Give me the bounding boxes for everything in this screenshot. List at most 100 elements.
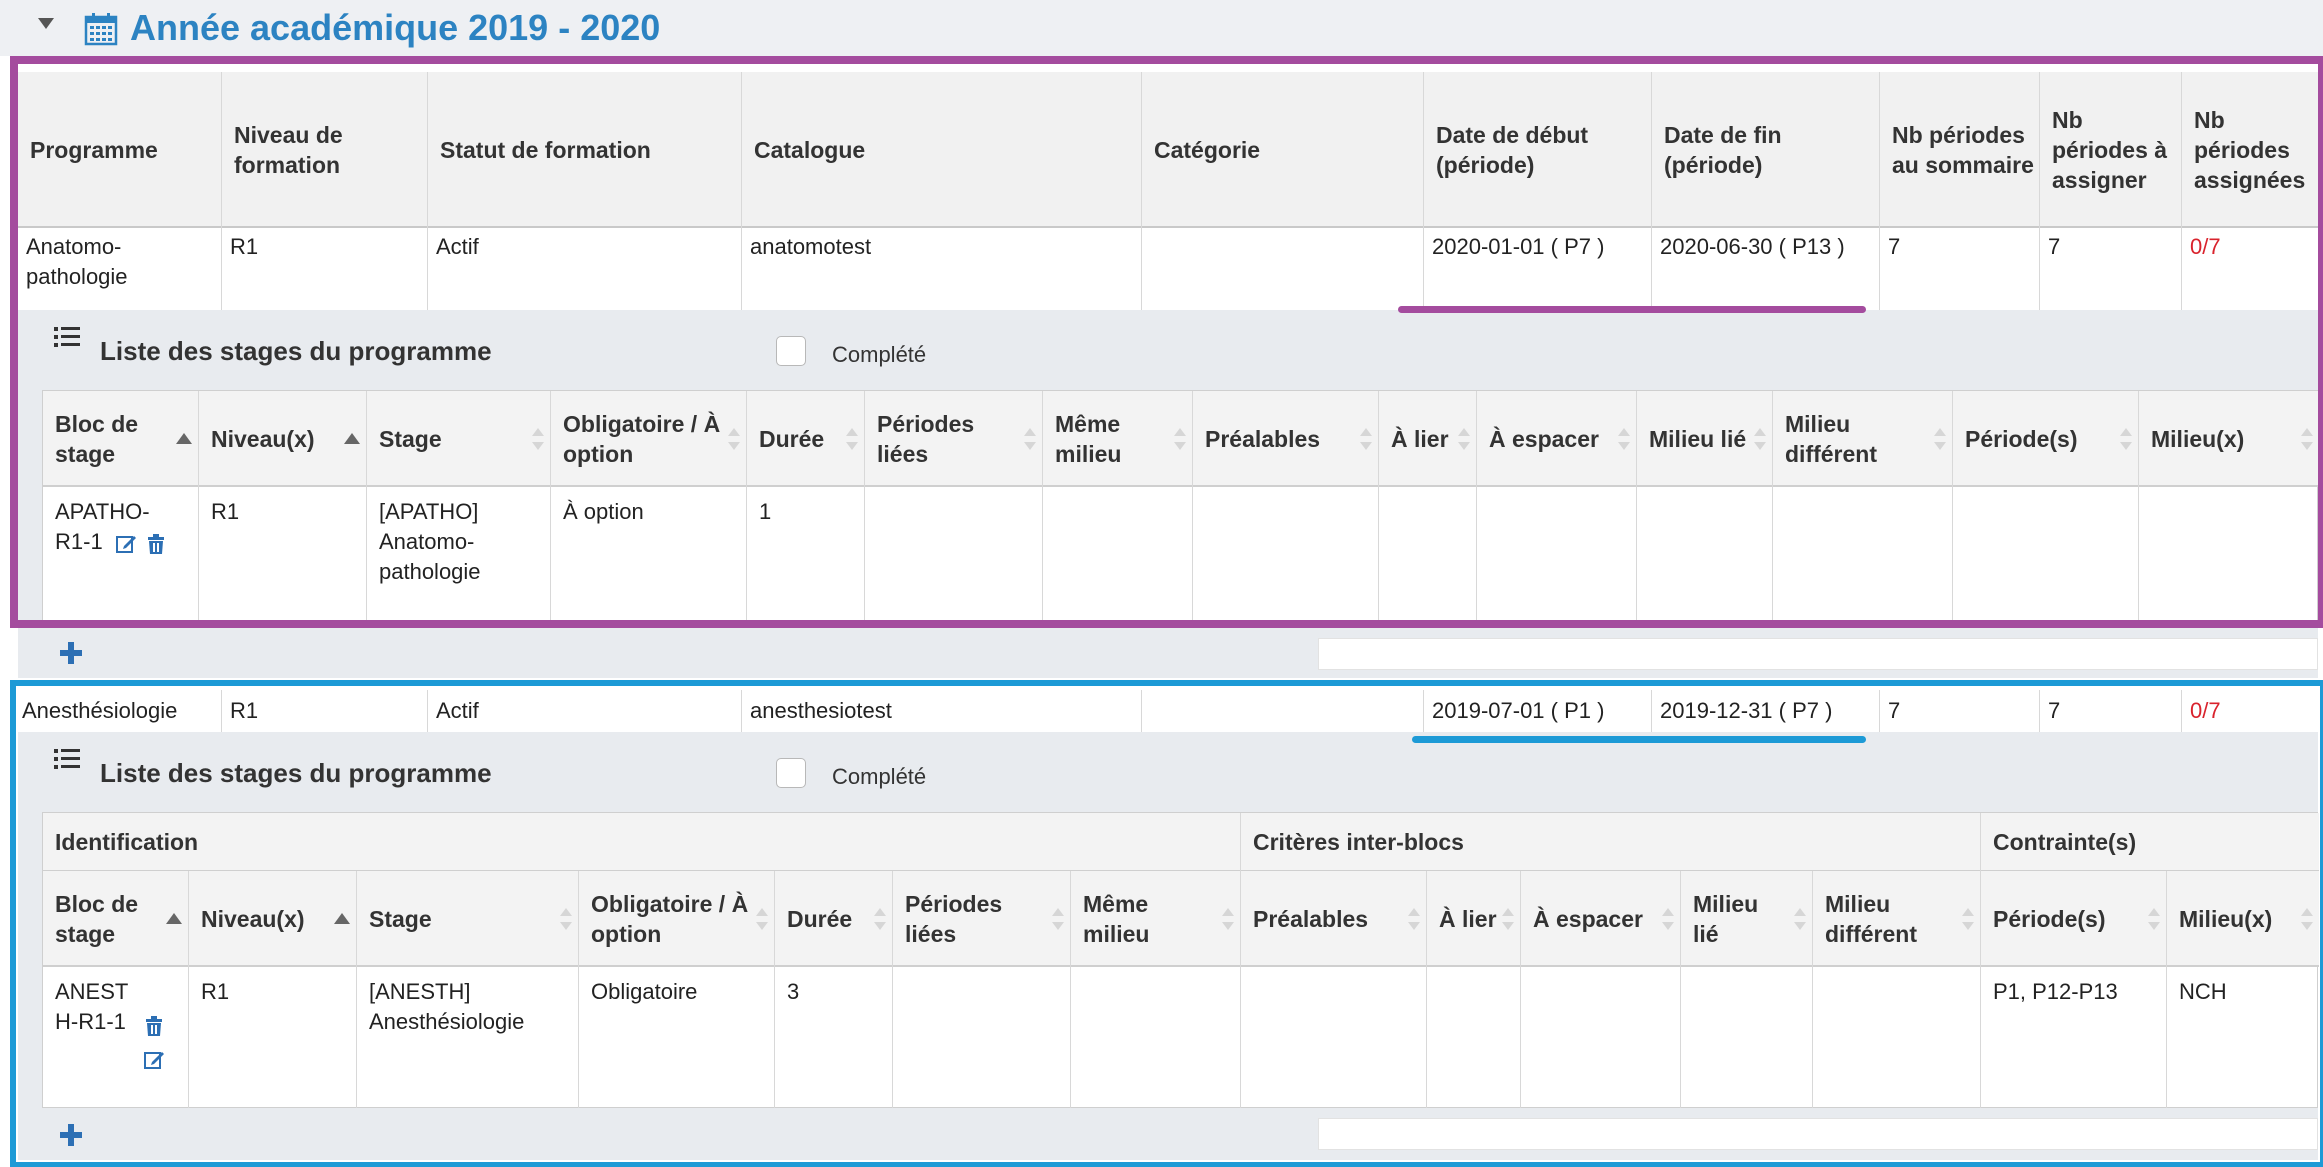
edit-icon[interactable] <box>143 1049 165 1071</box>
sort-icon[interactable] <box>2301 908 2313 930</box>
trash-icon[interactable] <box>145 533 167 555</box>
completed-checkbox[interactable] <box>776 758 806 788</box>
col-stage-label: Stage <box>379 426 442 452</box>
sort-asc-icon[interactable] <box>176 433 192 444</box>
plus-icon[interactable] <box>60 1124 82 1146</box>
col-a-lier[interactable]: À lier <box>1379 391 1477 487</box>
sort-icon[interactable] <box>2301 428 2313 450</box>
completed-checkbox[interactable] <box>776 336 806 366</box>
sort-icon[interactable] <box>1024 428 1036 450</box>
col-prealables[interactable]: Préalables <box>1193 391 1379 487</box>
col-statut[interactable]: Statut de formation <box>428 72 742 228</box>
sort-icon[interactable] <box>1360 428 1372 450</box>
sort-icon[interactable] <box>874 908 886 930</box>
sort-icon[interactable] <box>1458 428 1470 450</box>
col-nb-assigner[interactable]: Nb périodes à assigner <box>2040 72 2182 228</box>
col-obligatoire-label: Obligatoire / À option <box>563 411 721 467</box>
col-bloc[interactable]: Bloc de stage <box>43 391 199 487</box>
sort-icon[interactable] <box>2148 908 2160 930</box>
sort-icon[interactable] <box>1754 428 1766 450</box>
sort-icon[interactable] <box>1962 908 1974 930</box>
sort-icon[interactable] <box>846 428 858 450</box>
col-periodes[interactable]: Période(s) <box>1953 391 2139 487</box>
col-stage[interactable]: Stage <box>357 871 579 967</box>
programme-nb-sommaire: 7 <box>1880 690 2040 732</box>
col-date-debut[interactable]: Date de début (période) <box>1424 72 1652 228</box>
sort-icon[interactable] <box>2120 428 2132 450</box>
sort-icon[interactable] <box>728 428 740 450</box>
col-obligatoire[interactable]: Obligatoire / À option <box>551 391 747 487</box>
col-nb-assignees[interactable]: Nb périodes assignées <box>2182 72 2318 228</box>
stage-duree: 3 <box>775 967 893 1109</box>
sort-icon[interactable] <box>1618 428 1630 450</box>
col-a-espacer[interactable]: À espacer <box>1521 871 1681 967</box>
plus-icon[interactable] <box>60 642 82 664</box>
programme-statut: Actif <box>428 690 742 732</box>
col-niveau[interactable]: Niveau de formation <box>222 72 428 228</box>
col-a-espacer[interactable]: À espacer <box>1477 391 1637 487</box>
edit-icon[interactable] <box>115 533 137 555</box>
sort-asc-icon[interactable] <box>334 913 350 924</box>
col-meme-milieu[interactable]: Même milieu <box>1071 871 1241 967</box>
col-categorie[interactable]: Catégorie <box>1142 72 1424 228</box>
stage-bloc: APATHO-R1-1 <box>43 487 199 623</box>
sort-icon[interactable] <box>532 428 544 450</box>
col-catalogue[interactable]: Catalogue <box>742 72 1142 228</box>
col-programme[interactable]: Programme <box>18 72 222 228</box>
col-periodes-liees[interactable]: Périodes liées <box>893 871 1071 967</box>
sort-icon[interactable] <box>1052 908 1064 930</box>
chevron-down-icon[interactable] <box>38 18 54 29</box>
col-niveaux[interactable]: Niveau(x) <box>189 871 357 967</box>
group-identification: Identification <box>43 813 1241 871</box>
col-nb-sommaire[interactable]: Nb périodes au sommaire <box>1880 72 2040 228</box>
col-bloc[interactable]: Bloc de stage <box>43 871 189 967</box>
col-date-fin[interactable]: Date de fin (période) <box>1652 72 1880 228</box>
col-duree[interactable]: Durée <box>775 871 893 967</box>
sort-asc-icon[interactable] <box>344 433 360 444</box>
sort-icon[interactable] <box>1174 428 1186 450</box>
academic-year-header[interactable]: Année académique 2019 - 2020 <box>0 0 2323 56</box>
col-milieu-different[interactable]: Milieu différent <box>1813 871 1981 967</box>
stage-milieu-different <box>1773 487 1953 623</box>
sort-icon[interactable] <box>1934 428 1946 450</box>
sort-icon[interactable] <box>1502 908 1514 930</box>
col-obligatoire[interactable]: Obligatoire / À option <box>579 871 775 967</box>
table-row[interactable]: ANESTH-R1-1 R1 [ANESTH] Anesthésiologie … <box>43 967 2319 1109</box>
completed-label: Complété <box>832 342 927 367</box>
program-row[interactable]: Anesthésiologie R1 Actif anesthesiotest … <box>18 690 2318 732</box>
col-milieux[interactable]: Milieu(x) <box>2139 391 2319 487</box>
stage-a-lier <box>1379 487 1477 623</box>
programme-categorie <box>1142 690 1424 732</box>
sort-icon[interactable] <box>1408 908 1420 930</box>
col-niveaux[interactable]: Niveau(x) <box>199 391 367 487</box>
stage-duree: 1 <box>747 487 865 623</box>
sort-icon[interactable] <box>560 908 572 930</box>
sort-icon[interactable] <box>756 908 768 930</box>
calendar-icon <box>84 13 118 46</box>
programme-catalogue: anatomotest <box>742 228 1142 310</box>
col-meme-milieu[interactable]: Même milieu <box>1043 391 1193 487</box>
sort-icon[interactable] <box>1794 908 1806 930</box>
sort-icon[interactable] <box>1662 908 1674 930</box>
col-milieu-different-label: Milieu différent <box>1825 891 1917 947</box>
highlight-underline-blue <box>1412 736 1866 743</box>
programme-date-fin: 2019-12-31 ( P7 ) <box>1652 690 1880 732</box>
col-milieu-lie[interactable]: Milieu lié <box>1637 391 1773 487</box>
col-periodes-liees-label: Périodes liées <box>877 411 975 467</box>
trash-icon[interactable] <box>143 1015 165 1037</box>
col-stage[interactable]: Stage <box>367 391 551 487</box>
table-row[interactable]: APATHO-R1-1 R1 [APATHO] Anatomo-patholog… <box>43 487 2319 623</box>
col-milieu-different[interactable]: Milieu différent <box>1773 391 1953 487</box>
col-a-lier[interactable]: À lier <box>1427 871 1521 967</box>
col-periodes-liees[interactable]: Périodes liées <box>865 391 1043 487</box>
col-duree[interactable]: Durée <box>747 391 865 487</box>
col-milieux[interactable]: Milieu(x) <box>2167 871 2319 967</box>
col-periodes[interactable]: Période(s) <box>1981 871 2167 967</box>
program-row[interactable]: Anatomo-pathologie R1 Actif anatomotest … <box>18 228 2318 310</box>
col-prealables[interactable]: Préalables <box>1241 871 1427 967</box>
stage-prealables <box>1193 487 1379 623</box>
col-milieu-lie[interactable]: Milieu lié <box>1681 871 1813 967</box>
sort-icon[interactable] <box>1222 908 1234 930</box>
col-milieu-lie-label: Milieu lié <box>1649 426 1747 452</box>
sort-asc-icon[interactable] <box>166 913 182 924</box>
